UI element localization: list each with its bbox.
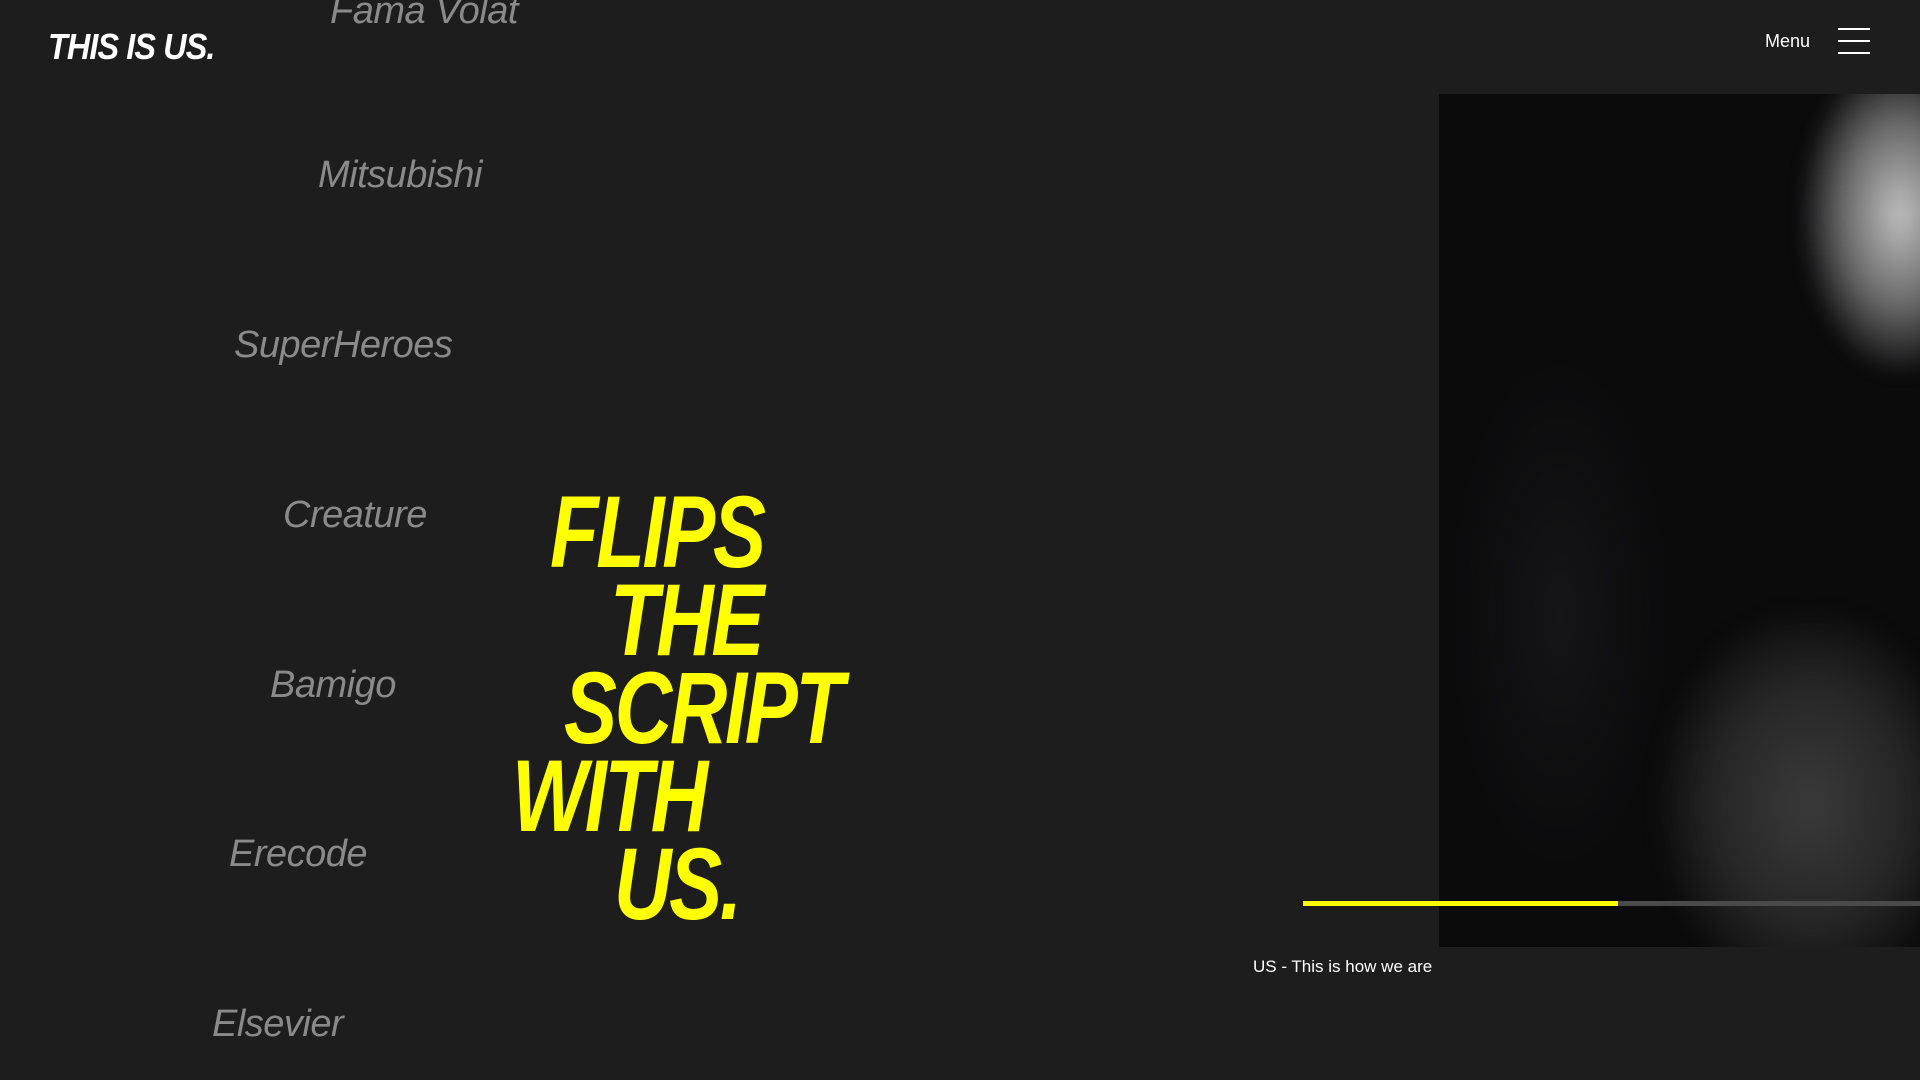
client-link-creature[interactable]: Creature xyxy=(283,494,427,537)
video-player[interactable] xyxy=(1439,94,1920,947)
client-link-bamigo[interactable]: Bamigo xyxy=(270,664,396,707)
video-frame-highlight xyxy=(1800,94,1920,374)
video-progress-bar[interactable] xyxy=(1303,901,1920,906)
menu-label: Menu xyxy=(1764,30,1810,51)
video-progress-fill xyxy=(1303,901,1618,906)
headline-line: US. xyxy=(614,827,742,941)
hamburger-icon[interactable] xyxy=(1838,28,1870,54)
video-caption: US - This is how we are xyxy=(1253,957,1433,976)
video-frame-glow xyxy=(1660,614,1920,947)
client-link-mitsubishi[interactable]: Mitsubishi xyxy=(318,154,482,197)
client-link-fama-volat[interactable]: Fama Volat xyxy=(330,0,518,33)
video-frame-shadow xyxy=(1449,354,1669,874)
client-link-elsevier[interactable]: Elsevier xyxy=(212,1003,344,1046)
menu-button[interactable]: Menu xyxy=(1765,28,1870,54)
client-link-superheroes[interactable]: SuperHeroes xyxy=(234,324,453,367)
client-link-erecode[interactable]: Erecode xyxy=(229,833,368,876)
site-logo[interactable]: THIS IS US. xyxy=(48,26,215,68)
page: THIS IS US. Menu Fama Volat Mitsubishi S… xyxy=(0,0,1920,1080)
